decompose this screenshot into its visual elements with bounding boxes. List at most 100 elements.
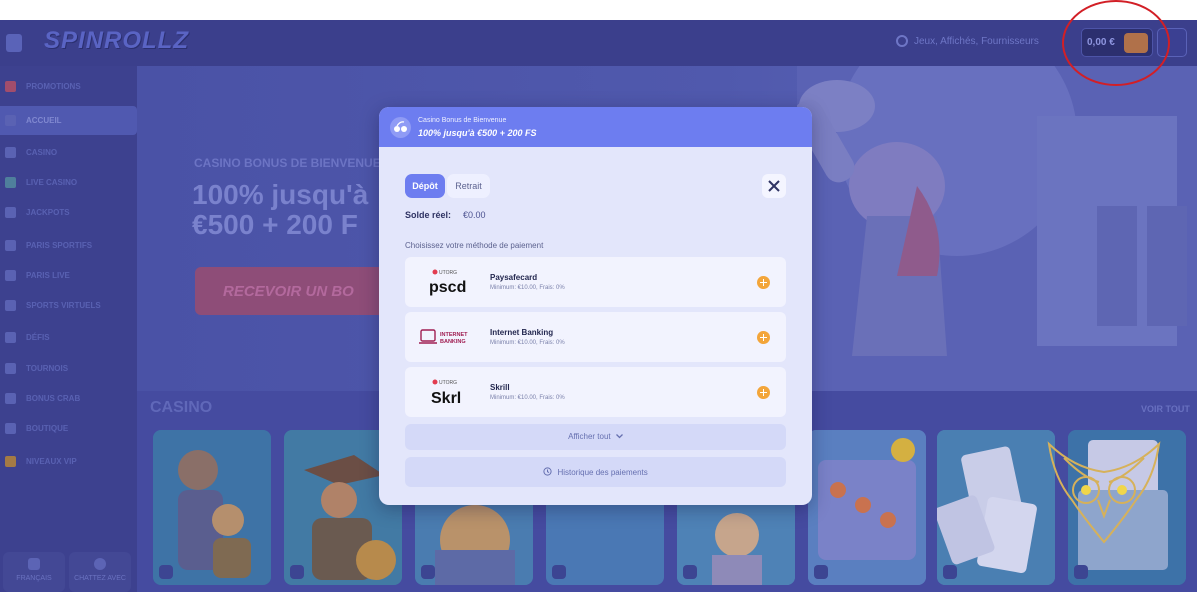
- sidebar-item-label: SPORTS VIRTUELS: [26, 301, 101, 310]
- search-icon: [896, 35, 908, 47]
- sports-icon: [5, 240, 16, 251]
- game-artwork: [153, 430, 271, 585]
- payment-method-paysafecard[interactable]: UTORG pscd Paysafecard Minimum: €10.00, …: [405, 257, 786, 307]
- chat-support-button[interactable]: CHATTEZ AVEC: [69, 552, 131, 592]
- svg-text:UTORG: UTORG: [439, 380, 457, 386]
- sidebar-item-tournois[interactable]: TOURNOIS: [0, 356, 137, 382]
- sidebar: PROMOTIONS ACCUEIL CASINO LIVE CASINO JA…: [0, 66, 137, 592]
- hero-headline-line2: €500 + 200 F: [192, 209, 358, 240]
- sidebar-item-label: BOUTIQUE: [26, 424, 69, 433]
- gift-icon: [5, 81, 16, 92]
- owl-watermark-logo: [1047, 441, 1161, 544]
- add-icon: [757, 331, 770, 344]
- internet-banking-logo: INTERNET BANKING: [419, 329, 468, 345]
- svg-text:INTERNET: INTERNET: [440, 332, 468, 338]
- sidebar-item-casino[interactable]: CASINO: [0, 140, 137, 166]
- payment-method-fees: Minimum: €10.00, Frais: 0%: [490, 285, 565, 291]
- shop-icon: [5, 423, 16, 434]
- payment-method-skrill[interactable]: UTORG Skrl Skrill Minimum: €10.00, Frais…: [405, 367, 786, 417]
- language-button[interactable]: FRANÇAIS: [3, 552, 65, 592]
- crab-icon: [5, 393, 16, 404]
- svg-text:Skrl: Skrl: [431, 390, 461, 407]
- balance-label: Solde réel:: [405, 210, 452, 220]
- sidebar-item-accueil[interactable]: ACCUEIL: [0, 106, 137, 135]
- sidebar-item-defis[interactable]: DÉFIS: [0, 325, 137, 351]
- flag-icon: [28, 558, 40, 570]
- chat-label: CHATTEZ AVEC: [74, 575, 126, 582]
- chevron-down-icon: [615, 434, 623, 439]
- bonus-icon: [390, 117, 411, 138]
- game-tile[interactable]: [153, 430, 271, 585]
- game-tile[interactable]: [808, 430, 926, 585]
- sidebar-item-label: LIVE CASINO: [26, 178, 78, 187]
- cards-icon: [5, 147, 16, 158]
- bonus-title: 100% jusqu'à €500 + 200 FS: [418, 128, 537, 138]
- close-button[interactable]: [762, 174, 786, 198]
- show-all-label: Afficher tout: [405, 432, 786, 441]
- sidebar-item-label: BONUS CRAB: [26, 394, 81, 403]
- sidebar-footer: FRANÇAIS CHATTEZ AVEC: [0, 552, 137, 592]
- game-type-icon: [1074, 565, 1088, 579]
- sidebar-item-paris-sportifs[interactable]: PARIS SPORTIFS: [0, 233, 137, 259]
- menu-toggle-button[interactable]: [6, 34, 22, 52]
- sidebar-item-label: NIVEAUX VIP: [26, 457, 77, 466]
- vip-icon: [5, 456, 16, 467]
- claim-bonus-label: RECEVOIR UN BO: [223, 283, 354, 300]
- sidebar-item-bonus-crab[interactable]: BONUS CRAB: [0, 386, 137, 412]
- tab-depot[interactable]: Dépôt: [405, 174, 445, 198]
- sidebar-item-jackpots[interactable]: JACKPOTS: [0, 200, 137, 226]
- hero-subtitle: CASINO BONUS DE BIENVENUE: [194, 156, 381, 170]
- sidebar-item-label: PARIS LIVE: [26, 271, 70, 280]
- search-field[interactable]: Jeux, Affichés, Fournisseurs: [896, 34, 1071, 52]
- paysafecard-logo: UTORG pscd: [429, 269, 466, 296]
- app-window: SPINROLLZ Jeux, Affichés, Fournisseurs 0…: [0, 0, 1197, 592]
- svg-text:pscd: pscd: [429, 279, 466, 296]
- payment-method-internet-banking[interactable]: INTERNET BANKING Internet Banking Minimu…: [405, 312, 786, 362]
- show-all-button[interactable]: Afficher tout: [405, 424, 786, 450]
- challenge-icon: [5, 332, 16, 343]
- game-artwork: [937, 430, 1055, 585]
- game-type-icon: [943, 565, 957, 579]
- tab-depot-label: Dépôt: [412, 181, 438, 191]
- sidebar-item-label: DÉFIS: [26, 333, 50, 342]
- add-icon: [757, 276, 770, 289]
- live-bet-icon: [5, 270, 16, 281]
- game-tile[interactable]: [937, 430, 1055, 585]
- sidebar-item-boutique[interactable]: BOUTIQUE: [0, 416, 137, 442]
- chat-icon: [94, 558, 106, 570]
- search-placeholder: Jeux, Affichés, Fournisseurs: [914, 36, 1039, 47]
- payment-method-name: Internet Banking: [490, 328, 554, 337]
- sidebar-item-label: JACKPOTS: [26, 208, 70, 217]
- sidebar-item-label: ACCUEIL: [26, 116, 62, 125]
- game-type-icon: [159, 565, 173, 579]
- sidebar-item-label: PARIS SPORTIFS: [26, 241, 93, 250]
- view-all-link[interactable]: VOIR TOUT: [1141, 404, 1190, 414]
- highlight-circle: [1062, 0, 1170, 86]
- payment-method-fees: Minimum: €10.00, Frais: 0%: [490, 340, 565, 346]
- sidebar-item-paris-live[interactable]: PARIS LIVE: [0, 263, 137, 289]
- spinrollz-logo[interactable]: SPINROLLZ: [44, 27, 189, 55]
- payment-method-name: Paysafecard: [490, 273, 538, 282]
- balance-value: €0.00: [463, 210, 486, 220]
- payment-history-button[interactable]: Historique des paiements: [405, 457, 786, 487]
- sidebar-item-live-casino[interactable]: LIVE CASINO: [0, 170, 137, 196]
- game-artwork: [808, 430, 926, 585]
- claim-bonus-button[interactable]: RECEVOIR UN BO: [195, 267, 385, 315]
- payment-method-name: Skrill: [490, 383, 510, 392]
- sidebar-item-promotions[interactable]: PROMOTIONS: [0, 74, 137, 100]
- game-type-icon: [421, 565, 435, 579]
- close-icon: [768, 180, 780, 192]
- bonus-kicker: Casino Bonus de Bienvenue: [418, 117, 507, 124]
- tab-retrait[interactable]: Retrait: [447, 174, 490, 198]
- payment-method-prompt: Choisissez votre méthode de paiement: [405, 241, 544, 250]
- game-type-icon: [290, 565, 304, 579]
- payment-method-fees: Minimum: €10.00, Frais: 0%: [490, 395, 565, 401]
- live-icon: [5, 177, 16, 188]
- trophy-icon: [5, 363, 16, 374]
- hero-illustration: [797, 66, 1197, 391]
- virtual-sports-icon: [5, 300, 16, 311]
- history-icon: [543, 467, 552, 476]
- sidebar-item-niveaux-vip[interactable]: NIVEAUX VIP: [0, 449, 137, 475]
- hero-headline-line1: 100% jusqu'à: [192, 179, 369, 210]
- sidebar-item-sports-virtuels[interactable]: SPORTS VIRTUELS: [0, 293, 137, 319]
